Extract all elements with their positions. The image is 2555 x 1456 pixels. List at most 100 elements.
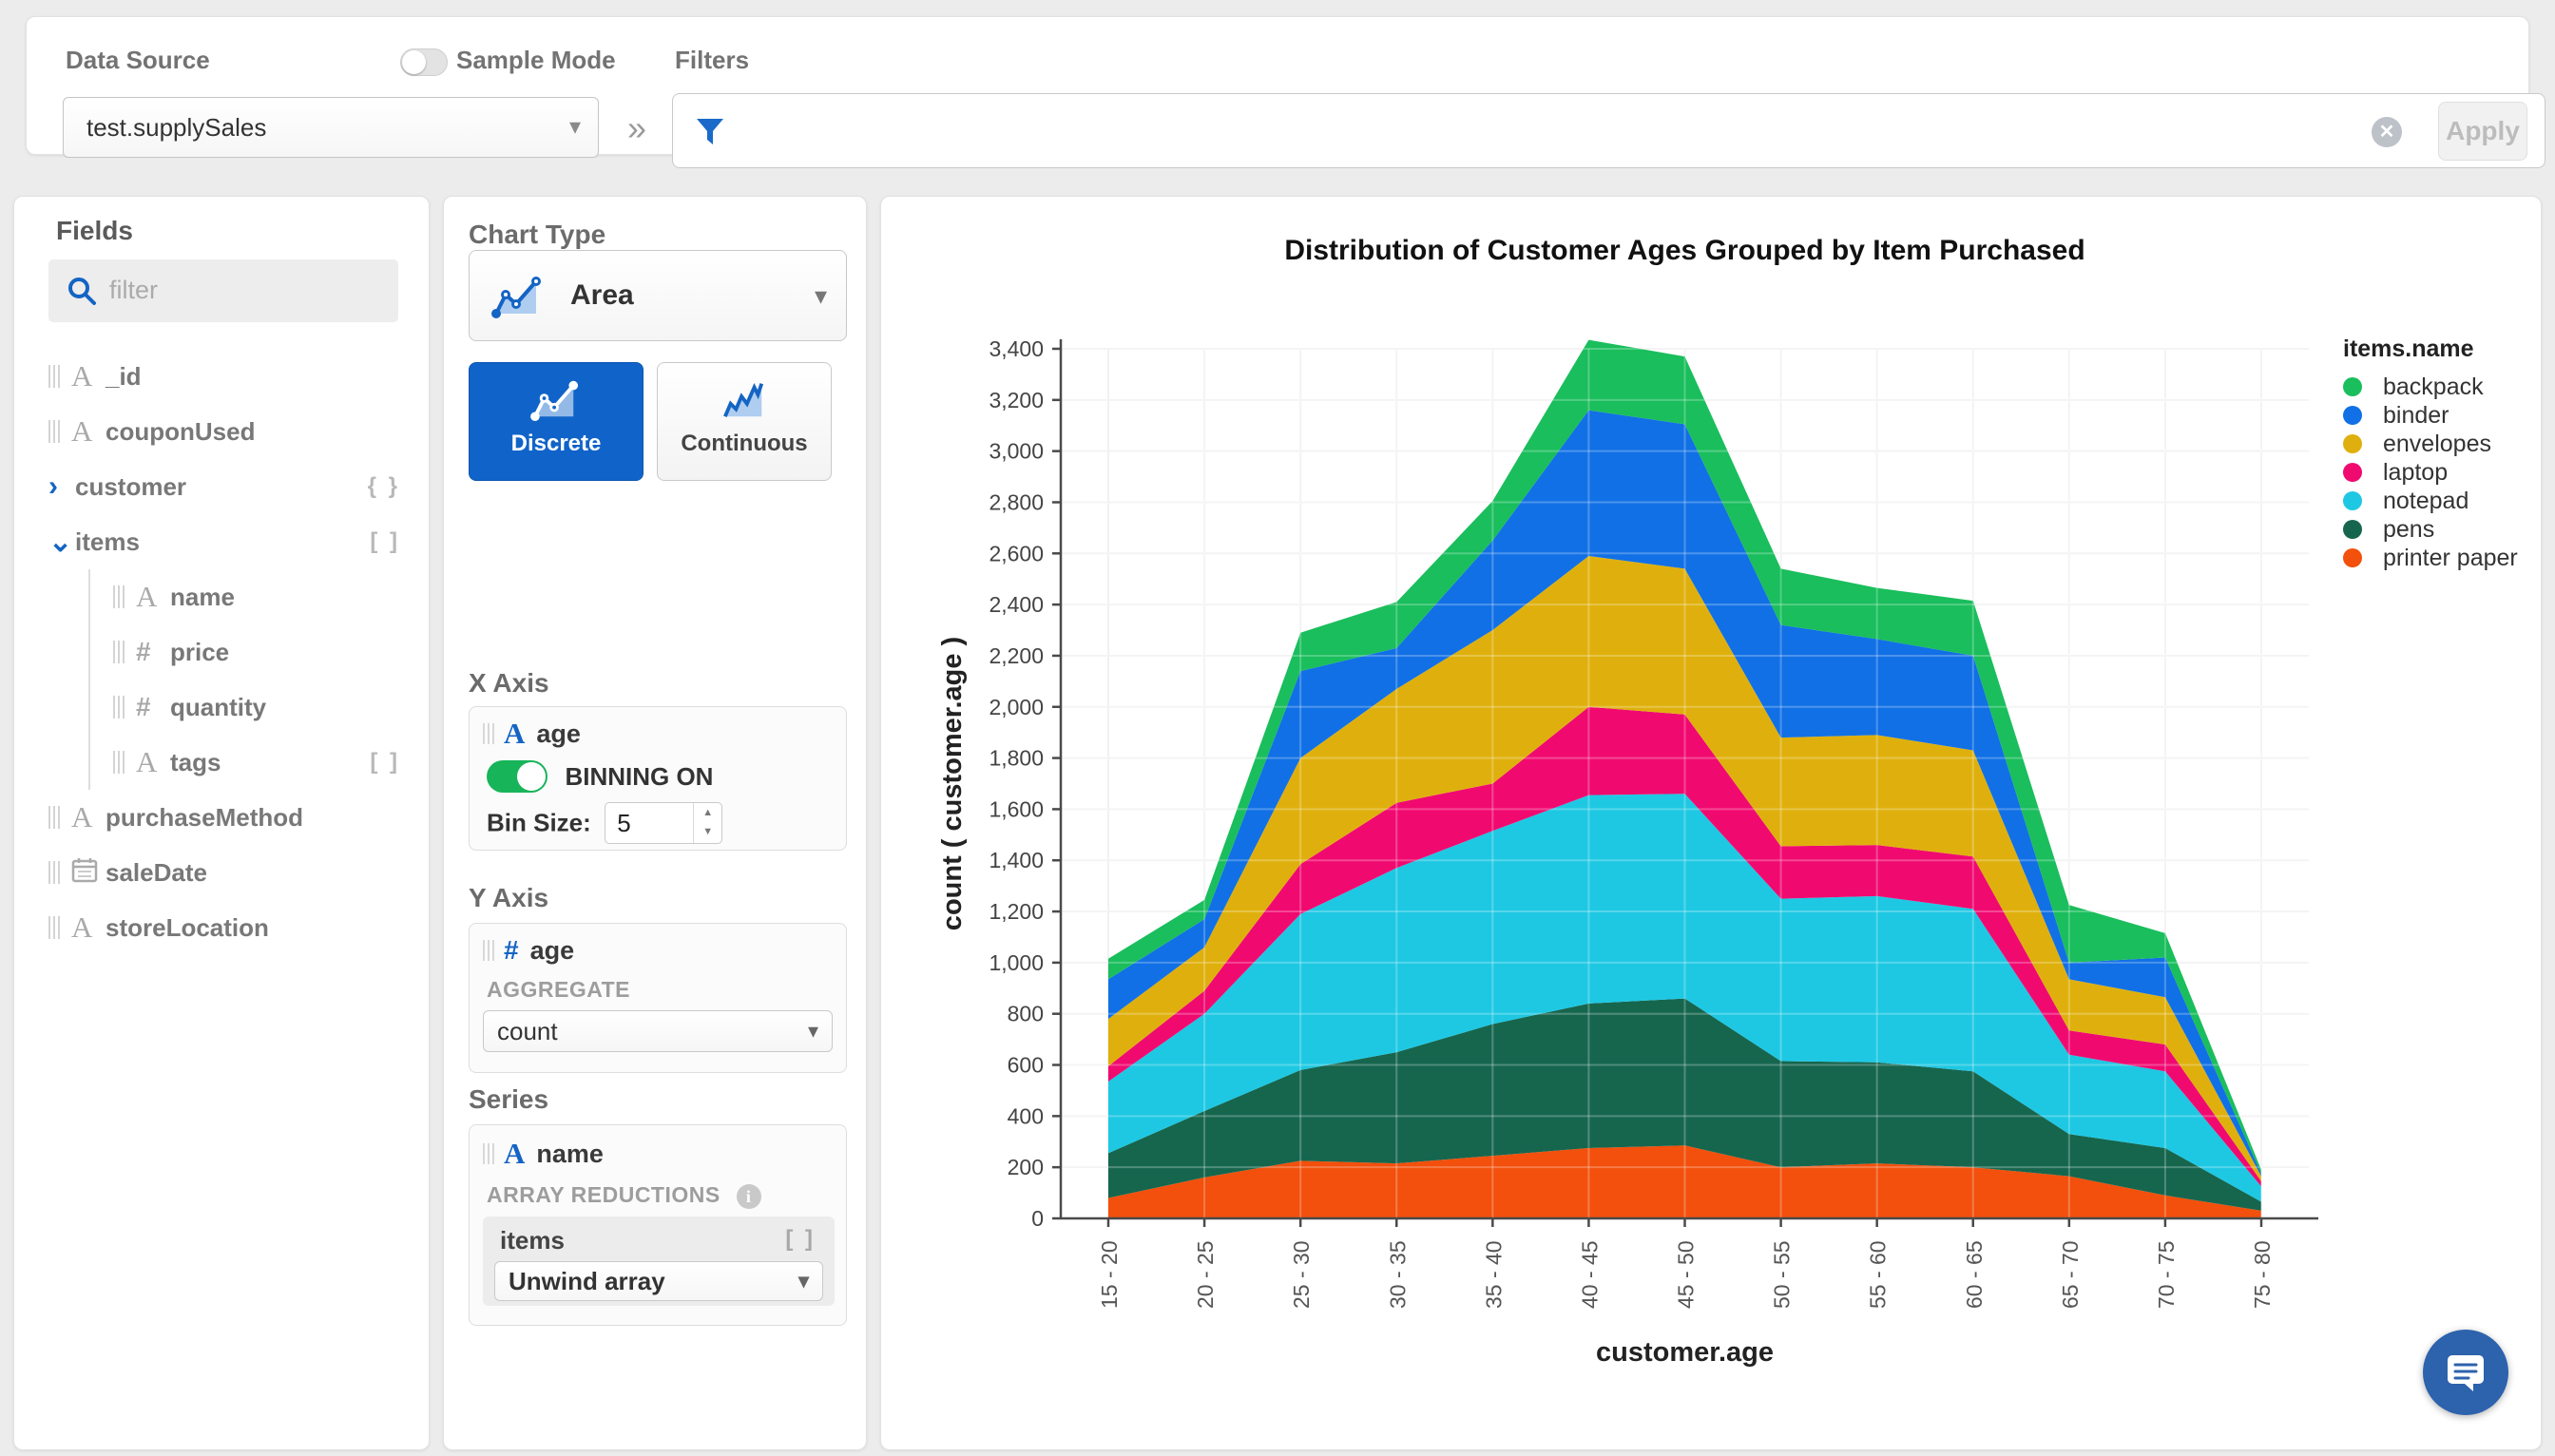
continuous-button-label: Continuous [681,431,808,456]
field-item-name[interactable]: Aname [14,569,429,624]
drag-handle-icon[interactable] [483,940,494,961]
filter-query-input[interactable]: ✕ Apply [672,93,2545,168]
x-axis-card: A age BINNING ON Bin Size: 5 ▲ ▼ [469,706,847,851]
svg-text:25 - 30: 25 - 30 [1289,1240,1314,1309]
drag-handle-icon[interactable] [113,641,126,663]
legend-swatch [2343,434,2362,453]
series-field[interactable]: A name [470,1125,846,1171]
binning-toggle[interactable] [487,760,548,793]
bin-size-input[interactable]: 5 ▲ ▼ [605,802,723,844]
string-type-icon: A [504,717,526,750]
y-axis-field-name: age [529,935,575,965]
drag-handle-icon[interactable] [113,751,126,774]
collapse-panel-icon[interactable]: » [627,108,646,148]
svg-text:3,400: 3,400 [989,336,1044,361]
data-source-select[interactable]: test.supplySales ▾ [63,97,599,158]
encode-panel: Chart Type Area ▾ Discrete Continuous X … [443,196,867,1450]
drag-handle-icon[interactable] [48,420,62,443]
chart-type-select[interactable]: Area ▾ [469,250,847,341]
top-toolbar: Data Source Sample Mode test.supplySales… [26,16,2545,168]
field-name: purchaseMethod [106,802,304,832]
discrete-button-label: Discrete [510,431,602,456]
drag-handle-icon[interactable] [48,861,62,884]
chart-type-value: Area [570,279,634,311]
field-item-customer[interactable]: › customer { } [14,459,429,514]
chevron-down-icon: ▾ [568,114,581,140]
field-name: price [170,637,230,666]
toggle-knob [402,50,426,74]
chart-panel: Distribution of Customer Ages Grouped by… [880,196,2542,1450]
array-badge: [ ] [785,1226,816,1252]
chat-launcher-button[interactable] [2423,1330,2508,1415]
drag-handle-icon[interactable] [483,723,494,744]
field-item-saleDate[interactable]: saleDate [14,845,429,900]
legend-label: pens [2383,515,2435,543]
stepper-icon[interactable]: ▲ ▼ [693,803,721,843]
reduction-field-name: items [500,1226,565,1255]
field-search-input[interactable]: filter [48,259,398,322]
x-axis-field[interactable]: A age [470,707,846,751]
string-type-icon: A [504,1137,526,1170]
continuous-button[interactable]: Continuous [657,362,832,481]
drag-handle-icon[interactable] [48,916,62,939]
svg-text:3,200: 3,200 [989,388,1044,412]
apply-button[interactable]: Apply [2438,102,2527,161]
field-item-_id[interactable]: A _id [14,349,429,404]
sample-mode-label: Sample Mode [456,46,616,74]
field-item-items[interactable]: ⌄ items [ ] [14,514,429,569]
legend-title: items.name [2343,335,2474,362]
chevron-down-icon: ▾ [797,1269,809,1293]
drag-handle-icon[interactable] [483,1143,494,1164]
svg-text:2,600: 2,600 [989,541,1044,565]
legend-item-pens: pens [2343,515,2518,544]
legend-item-backpack: backpack [2343,373,2518,401]
sample-mode-toggle[interactable] [400,48,448,76]
legend-item-binder: binder [2343,401,2518,430]
legend-item-printer-paper: printer paper [2343,544,2518,572]
reduction-select[interactable]: Unwind array ▾ [494,1261,823,1301]
drag-handle-icon[interactable] [113,696,126,718]
field-search-placeholder: filter [109,276,159,304]
field-item-quantity[interactable]: # quantity [14,680,429,735]
svg-text:2,000: 2,000 [989,695,1044,719]
chevron-expanded-icon[interactable]: ⌄ [48,526,75,559]
binning-label: BINNING ON [565,761,714,791]
svg-text:600: 600 [1008,1053,1044,1078]
y-axis-label: Y Axis [469,883,549,912]
field-item-storeLocation[interactable]: AstoreLocation [14,900,429,955]
field-item-couponUsed[interactable]: AcouponUsed [14,404,429,459]
svg-text:50 - 55: 50 - 55 [1770,1240,1795,1309]
legend-swatch [2343,520,2362,539]
bin-size-value: 5 [617,809,631,837]
field-item-purchaseMethod[interactable]: ApurchaseMethod [14,790,429,845]
aggregate-select[interactable]: count ▾ [483,1010,833,1052]
legend-label: envelopes [2383,430,2491,457]
chevron-right-icon[interactable]: › [48,470,75,503]
series-field-name: name [536,1139,604,1168]
info-icon[interactable]: i [736,1183,761,1209]
binning-row: BINNING ON [487,760,846,793]
field-item-price[interactable]: # price [14,624,429,680]
discrete-area-icon [530,380,579,422]
array-badge: [ ] [370,749,400,775]
discrete-button[interactable]: Discrete [469,362,644,481]
data-source-value: test.supplySales [86,113,267,142]
drag-handle-icon[interactable] [48,365,62,388]
legend-item-laptop: laptop [2343,458,2518,487]
clear-filter-icon[interactable]: ✕ [2372,117,2402,147]
reduction-value: Unwind array [509,1267,665,1295]
aggregate-value: count [497,1017,558,1045]
object-badge: { } [367,473,400,499]
legend-swatch [2343,406,2362,425]
svg-text:200: 200 [1008,1155,1044,1179]
svg-text:2,800: 2,800 [989,489,1044,514]
chat-bubble-icon [2448,1355,2484,1391]
field-item-tags[interactable]: Atags [ ] [14,735,429,790]
y-axis-field[interactable]: # age [470,924,846,966]
svg-text:1,400: 1,400 [989,848,1044,872]
drag-handle-icon[interactable] [48,806,62,829]
field-name: saleDate [106,857,207,887]
svg-text:75 - 80: 75 - 80 [2250,1240,2275,1309]
svg-text:65 - 70: 65 - 70 [2058,1240,2083,1309]
drag-handle-icon[interactable] [113,585,126,608]
